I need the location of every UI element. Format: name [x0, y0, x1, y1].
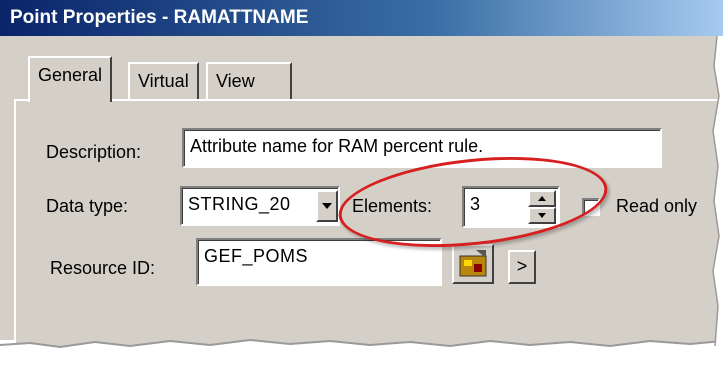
spin-up-icon	[538, 196, 546, 201]
tab-general[interactable]: General	[28, 56, 113, 102]
point-properties-dialog: Point Properties - RAMATTNAME General Vi…	[0, 0, 723, 359]
resource-browse-button[interactable]	[452, 244, 494, 284]
tab-virtual[interactable]: Virtual	[128, 62, 199, 100]
title-bar[interactable]: Point Properties - RAMATTNAME	[0, 0, 723, 36]
read-only-checkbox[interactable]	[582, 198, 600, 216]
tab-view-label: View	[216, 71, 255, 91]
description-field[interactable]: Attribute name for RAM percent rule.	[182, 128, 662, 168]
next-button[interactable]: >	[508, 250, 536, 284]
elements-spin-up[interactable]	[528, 190, 556, 207]
resource-browse-icon	[459, 250, 487, 277]
elements-spin-down[interactable]	[528, 207, 556, 224]
description-label: Description:	[46, 142, 142, 162]
tab-view[interactable]: View	[206, 62, 292, 100]
elements-label: Elements:	[352, 196, 433, 216]
torn-edge-right	[712, 36, 723, 346]
resource-id-field[interactable]: GEF_POMS	[196, 238, 442, 286]
dropdown-arrow-icon	[322, 203, 332, 209]
resource-id-value: GEF_POMS	[204, 246, 309, 266]
data-type-dropdown-button[interactable]	[316, 190, 338, 222]
data-type-value: STRING_20	[188, 194, 291, 214]
read-only-label: Read only	[616, 196, 698, 216]
window-title: Point Properties - RAMATTNAME	[10, 7, 309, 28]
spin-down-icon	[538, 213, 546, 218]
data-type-label: Data type:	[46, 196, 129, 216]
elements-value: 3	[470, 194, 481, 214]
resource-id-label: Resource ID:	[50, 258, 156, 278]
next-button-label: >	[516, 256, 528, 276]
tab-virtual-label: Virtual	[138, 71, 189, 91]
description-value: Attribute name for RAM percent rule.	[190, 136, 484, 156]
torn-edge	[0, 338, 723, 369]
tab-general-label: General	[38, 65, 103, 85]
